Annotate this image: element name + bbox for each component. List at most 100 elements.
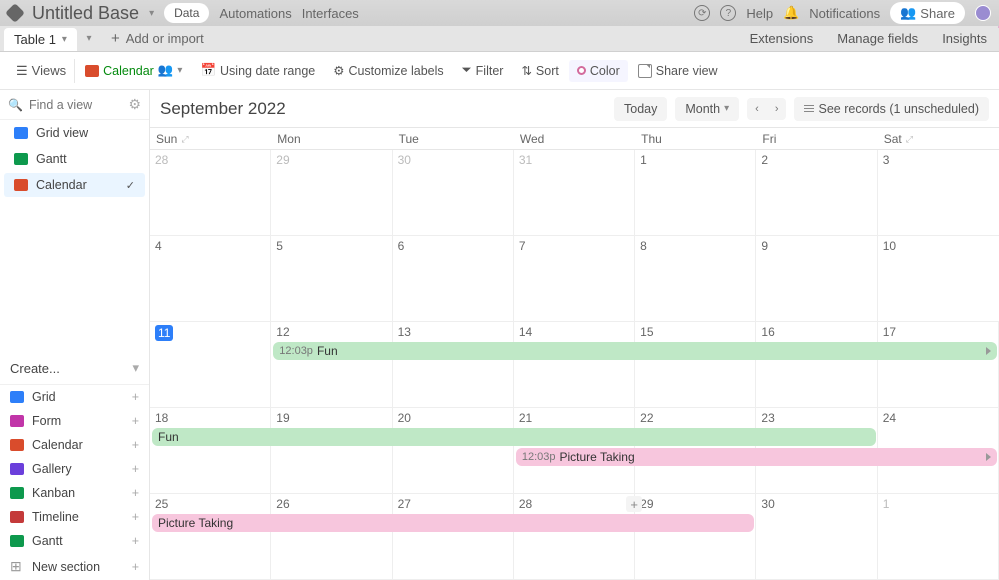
avatar[interactable]	[975, 5, 991, 21]
share-view-button[interactable]: Share view	[630, 60, 726, 82]
automations-link[interactable]: Automations	[219, 6, 291, 21]
table-tab-label: Table 1	[14, 32, 56, 47]
calendar-day-cell[interactable]: 30	[393, 150, 514, 235]
calendar-day-cell[interactable]: 20	[393, 408, 514, 493]
history-icon[interactable]: ⟳	[694, 5, 710, 21]
sort-button[interactable]: ⇅ Sort	[513, 59, 566, 82]
calendar-day-cell[interactable]: 1	[878, 494, 999, 579]
calendar-day-cell[interactable]: 12	[271, 322, 392, 407]
views-panel-toggle[interactable]: ☰ Views	[8, 59, 75, 83]
create-section-toggle[interactable]: Create... ▾	[0, 352, 149, 385]
calendar-day-cell[interactable]: 4	[150, 236, 271, 321]
day-number: 16	[761, 325, 774, 339]
manage-fields-link[interactable]: Manage fields	[825, 26, 930, 51]
calendar-event[interactable]: 12:03pFun	[273, 342, 997, 360]
see-records-button[interactable]: See records (1 unscheduled)	[794, 97, 989, 121]
chevron-down-icon[interactable]: ▾	[62, 34, 67, 45]
calendar-week: 28293031123	[150, 150, 999, 236]
create-calendar[interactable]: Calendar +	[0, 433, 149, 457]
tables-bar: Table 1 ▾ ▾ + Add or import Extensions M…	[0, 26, 999, 52]
day-number: 13	[398, 325, 411, 339]
timeline-icon	[10, 511, 24, 523]
prev-month-button[interactable]: ‹	[747, 98, 767, 120]
create-kanban[interactable]: Kanban +	[0, 481, 149, 505]
create-gantt[interactable]: Gantt +	[0, 529, 149, 553]
event-label: Fun	[158, 430, 179, 444]
calendar-day-cell[interactable]: 28	[150, 150, 271, 235]
chevron-down-icon[interactable]: ▾	[149, 8, 154, 19]
calendar-day-cell[interactable]: 11	[150, 322, 271, 407]
calendar-day-cell[interactable]: 29	[271, 150, 392, 235]
form-icon	[10, 415, 24, 427]
expand-tables-button[interactable]: ▾	[77, 26, 101, 51]
create-item-label: Gantt	[32, 534, 63, 548]
current-view-selector[interactable]: Calendar 👥 ▾	[77, 59, 190, 82]
expand-icon[interactable]: ⤢	[181, 134, 188, 145]
create-gallery[interactable]: Gallery +	[0, 457, 149, 481]
share-button[interactable]: 👥 Share	[890, 2, 965, 24]
calendar-day-cell[interactable]: 15	[635, 322, 756, 407]
calendar-day-cell[interactable]: 7	[514, 236, 635, 321]
calendar-day-cell[interactable]: 29	[635, 494, 756, 579]
date-range-button[interactable]: 📅 Using date range	[192, 59, 323, 82]
today-button[interactable]: Today	[614, 97, 667, 121]
calendar-day-cell[interactable]: 9	[756, 236, 877, 321]
extensions-link[interactable]: Extensions	[738, 26, 826, 51]
calendar-week: 2526272829301 + Picture Taking	[150, 494, 999, 580]
calendar-day-cell[interactable]: 6	[393, 236, 514, 321]
create-timeline[interactable]: Timeline +	[0, 505, 149, 529]
insights-link[interactable]: Insights	[930, 26, 999, 51]
table-tab[interactable]: Table 1 ▾	[4, 28, 77, 51]
expand-icon[interactable]: ⤢	[906, 134, 913, 145]
calendar-day-cell[interactable]: 2	[756, 150, 877, 235]
calendar-day-cell[interactable]: 3	[878, 150, 999, 235]
notifications-link[interactable]: Notifications	[809, 6, 880, 21]
app-logo-icon[interactable]	[5, 3, 25, 23]
next-month-button[interactable]: ›	[767, 98, 787, 120]
create-item-label: Grid	[32, 390, 56, 404]
calendar-day-cell[interactable]: 14	[514, 322, 635, 407]
help-link[interactable]: Help	[746, 6, 773, 21]
add-table-button[interactable]: + Add or import	[101, 26, 214, 51]
calendar-day-cell[interactable]: 27	[393, 494, 514, 579]
interfaces-link[interactable]: Interfaces	[302, 6, 359, 21]
range-selector[interactable]: Month ▾	[675, 97, 739, 121]
day-number: 9	[761, 239, 768, 253]
bell-icon[interactable]: 🔔	[783, 5, 799, 21]
create-new-section[interactable]: ⊞ New section +	[0, 553, 149, 580]
calendar-day-cell[interactable]: 31	[514, 150, 635, 235]
view-search-input[interactable]	[29, 98, 119, 112]
calendar-day-cell[interactable]: 17	[878, 322, 999, 407]
filter-button[interactable]: ⏷ Filter	[454, 59, 512, 82]
sidebar-view-calendar[interactable]: Calendar ✓	[4, 173, 145, 197]
gear-icon[interactable]: ⚙	[128, 96, 141, 113]
calendar-event[interactable]: Fun	[152, 428, 876, 446]
help-icon[interactable]: ?	[720, 5, 736, 21]
calendar-day-cell[interactable]: 8	[635, 236, 756, 321]
calendar-day-cell[interactable]: 10	[878, 236, 999, 321]
plus-icon: +	[132, 486, 139, 500]
color-button[interactable]: Color	[569, 60, 628, 82]
calendar-day-cell[interactable]: 5	[271, 236, 392, 321]
calendar-day-cell[interactable]: 30	[756, 494, 877, 579]
calendar-day-cell[interactable]: 28	[514, 494, 635, 579]
customize-labels-button[interactable]: ⚙ Customize labels	[325, 59, 451, 82]
add-record-button[interactable]: +	[626, 496, 642, 512]
calendar-day-cell[interactable]: 26	[271, 494, 392, 579]
sidebar-view-grid[interactable]: Grid view	[4, 121, 145, 145]
data-tab[interactable]: Data	[164, 3, 209, 23]
base-title[interactable]: Untitled Base	[32, 3, 139, 24]
sidebar-view-gantt[interactable]: Gantt	[4, 147, 145, 171]
plus-icon: +	[132, 510, 139, 524]
create-form[interactable]: Form +	[0, 409, 149, 433]
calendar-event[interactable]: Picture Taking	[152, 514, 754, 532]
calendar-day-cell[interactable]: 25	[150, 494, 271, 579]
calendar-day-cell[interactable]: 13	[393, 322, 514, 407]
create-item-label: Calendar	[32, 438, 83, 452]
calendar-event[interactable]: 12:03pPicture Taking	[516, 448, 997, 466]
calendar-day-cell[interactable]: 1	[635, 150, 756, 235]
calendar-day-cell[interactable]: 18	[150, 408, 271, 493]
create-grid[interactable]: Grid +	[0, 385, 149, 409]
calendar-day-cell[interactable]: 19	[271, 408, 392, 493]
calendar-day-cell[interactable]: 16	[756, 322, 877, 407]
